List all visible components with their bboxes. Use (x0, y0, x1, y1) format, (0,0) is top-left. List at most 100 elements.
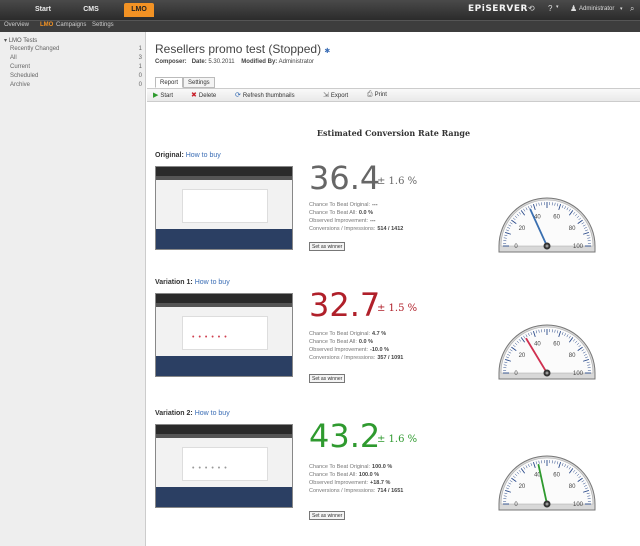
stat-beat-all: Chance To Beat All: 0.0 % (309, 339, 373, 345)
thumbnail-band (156, 303, 292, 307)
thumbnail-dots: •••••• (192, 465, 231, 472)
sidebar-item-label: Scheduled (10, 73, 39, 79)
stat-value: 4.7 % (372, 331, 387, 337)
tab-start[interactable]: Start (30, 3, 56, 17)
user-dropdown-icon[interactable]: ▾ (620, 6, 623, 12)
user-menu[interactable]: Administrator (579, 6, 614, 12)
play-icon: ▶ (153, 92, 159, 99)
variation-link[interactable]: How to buy (186, 152, 221, 159)
stat-label: Chance To Beat Original: (309, 202, 371, 208)
stat-value: 0.0 % (358, 210, 373, 216)
gauge-hub-cap (545, 244, 549, 248)
composer-label: Composer: (155, 59, 187, 65)
subtab-overview[interactable]: Overview (4, 22, 29, 28)
gauge-tick-label: 60 (553, 215, 560, 221)
variation-2: Variation 2: How to buy •••••• 43.2 ± 1.… (147, 410, 640, 542)
variation-title: Variation 1: How to buy (155, 279, 230, 286)
search-icon[interactable]: ⌕ (630, 4, 634, 14)
sidebar-item-archive[interactable]: Archive 0 (10, 82, 142, 91)
conversion-gauge: 02040 6080100 (498, 324, 596, 380)
export-button-label: Export (330, 93, 349, 99)
set-as-winner-button[interactable]: Set as winner (309, 511, 346, 520)
sidebar-item-all[interactable]: All 3 (10, 55, 142, 64)
page-title: Resellers promo test (Stopped) ✱ (155, 42, 330, 56)
sidebar-item-recently-changed[interactable]: Recently Changed 1 (10, 46, 142, 55)
delete-icon: ✖ (191, 92, 197, 99)
delete-button-label: Delete (198, 93, 217, 99)
sidebar-item-count: 3 (138, 55, 142, 61)
sidebar-item-scheduled[interactable]: Scheduled 0 (10, 73, 142, 82)
gauge-tick-label: 20 (519, 353, 526, 359)
export-button[interactable]: ⇲ Export (323, 91, 348, 99)
stat-value: 514 / 1412 (377, 226, 404, 232)
margin-of-error: ± 1.6 % (377, 176, 418, 187)
stat-observed-improvement: Observed Improvement: --- (309, 218, 376, 224)
tab-settings[interactable]: Settings (183, 77, 215, 88)
conversion-rate: 32.7 (309, 286, 381, 324)
conversion-gauge: 02040 6080100 (498, 197, 596, 253)
stat-beat-all: Chance To Beat All: 100.0 % (309, 472, 379, 478)
sidebar-item-count: 0 (138, 82, 142, 88)
stat-beat-original: Chance To Beat Original: 100.0 % (309, 464, 392, 470)
stat-beat-original: Chance To Beat Original: --- (309, 202, 378, 208)
gauge-hub-cap (545, 502, 549, 506)
tab-lmo[interactable]: LMO (124, 3, 154, 17)
episerver-logo: EPiSERVER (468, 4, 528, 14)
stat-label: Chance To Beat Original: (309, 464, 371, 470)
print-button[interactable]: ⎙ Print (367, 91, 387, 99)
page-thumbnail[interactable] (155, 166, 293, 250)
sidebar-item-count: 0 (138, 73, 142, 79)
variation-name: Original: (155, 152, 184, 159)
set-as-winner-button[interactable]: Set as winner (309, 374, 346, 383)
variation-original: Original: How to buy 36.4 ± 1.6 % Chance… (147, 152, 640, 284)
modified-by-value: Administrator (278, 59, 314, 65)
gauge-tick-label: 100 (573, 244, 584, 250)
help-icon[interactable]: ? (548, 4, 552, 13)
stat-value: +18.7 % (370, 480, 391, 486)
refresh-icon: ⟳ (235, 92, 241, 99)
sidebar-item-current[interactable]: Current 1 (10, 64, 142, 73)
subtab-campaigns[interactable]: Campaigns (56, 22, 86, 28)
stat-conversions-impressions: Conversions / Impressions: 514 / 1412 (309, 226, 403, 232)
stat-value: -10.0 % (370, 347, 389, 353)
delete-button[interactable]: ✖ Delete (191, 91, 216, 99)
page-thumbnail[interactable]: •••••• (155, 424, 293, 508)
variation-name: Variation 1: (155, 279, 193, 286)
variation-link[interactable]: How to buy (195, 279, 230, 286)
modified-by-label: Modified By: (241, 59, 278, 65)
stat-beat-original: Chance To Beat Original: 4.7 % (309, 331, 386, 337)
conversion-rate: 43.2 (309, 417, 381, 455)
sidebar-item-label: All (10, 55, 17, 61)
export-icon: ⇲ (323, 92, 329, 99)
refresh-icon[interactable]: ⟲ (528, 4, 535, 13)
variation-link[interactable]: How to buy (195, 410, 230, 417)
user-icon: ♟ (570, 4, 578, 13)
tab-report[interactable]: Report (155, 77, 184, 88)
start-button[interactable]: ▶ Start (153, 91, 173, 99)
subtab-settings[interactable]: Settings (92, 22, 114, 28)
tab-cms[interactable]: CMS (78, 3, 104, 17)
stat-label: Conversions / Impressions: (309, 488, 376, 494)
stat-value: 0.0 % (358, 339, 373, 345)
page-thumbnail[interactable]: •••••• (155, 293, 293, 377)
thumbnail-band (156, 176, 292, 180)
info-icon[interactable]: ✱ (324, 48, 330, 55)
thumbnail-content-box (182, 447, 268, 481)
help-dropdown-icon[interactable]: ▾ (556, 4, 559, 10)
stat-beat-all: Chance To Beat All: 0.0 % (309, 210, 373, 216)
stat-label: Observed Improvement: (309, 347, 368, 353)
gauge-tick-label: 100 (573, 502, 584, 508)
stat-conversions-impressions: Conversions / Impressions: 714 / 1651 (309, 488, 403, 494)
stat-label: Observed Improvement: (309, 480, 368, 486)
subtab-lmo[interactable]: LMO (40, 22, 53, 28)
refresh-thumbnails-button[interactable]: ⟳ Refresh thumbnails (235, 91, 295, 99)
stat-label: Chance To Beat All: (309, 210, 357, 216)
sidebar-item-count: 1 (138, 46, 142, 52)
sidebar-item-label: Current (10, 64, 31, 70)
thumbnail-header (156, 294, 292, 303)
gauge-tick-label: 80 (569, 226, 576, 232)
sidebar-tree-root[interactable]: ▾ LMO Tests (4, 37, 142, 46)
refresh-thumbnails-label: Refresh thumbnails (242, 93, 295, 99)
set-as-winner-button[interactable]: Set as winner (309, 242, 346, 251)
gauge-tick-label: 20 (519, 484, 526, 490)
